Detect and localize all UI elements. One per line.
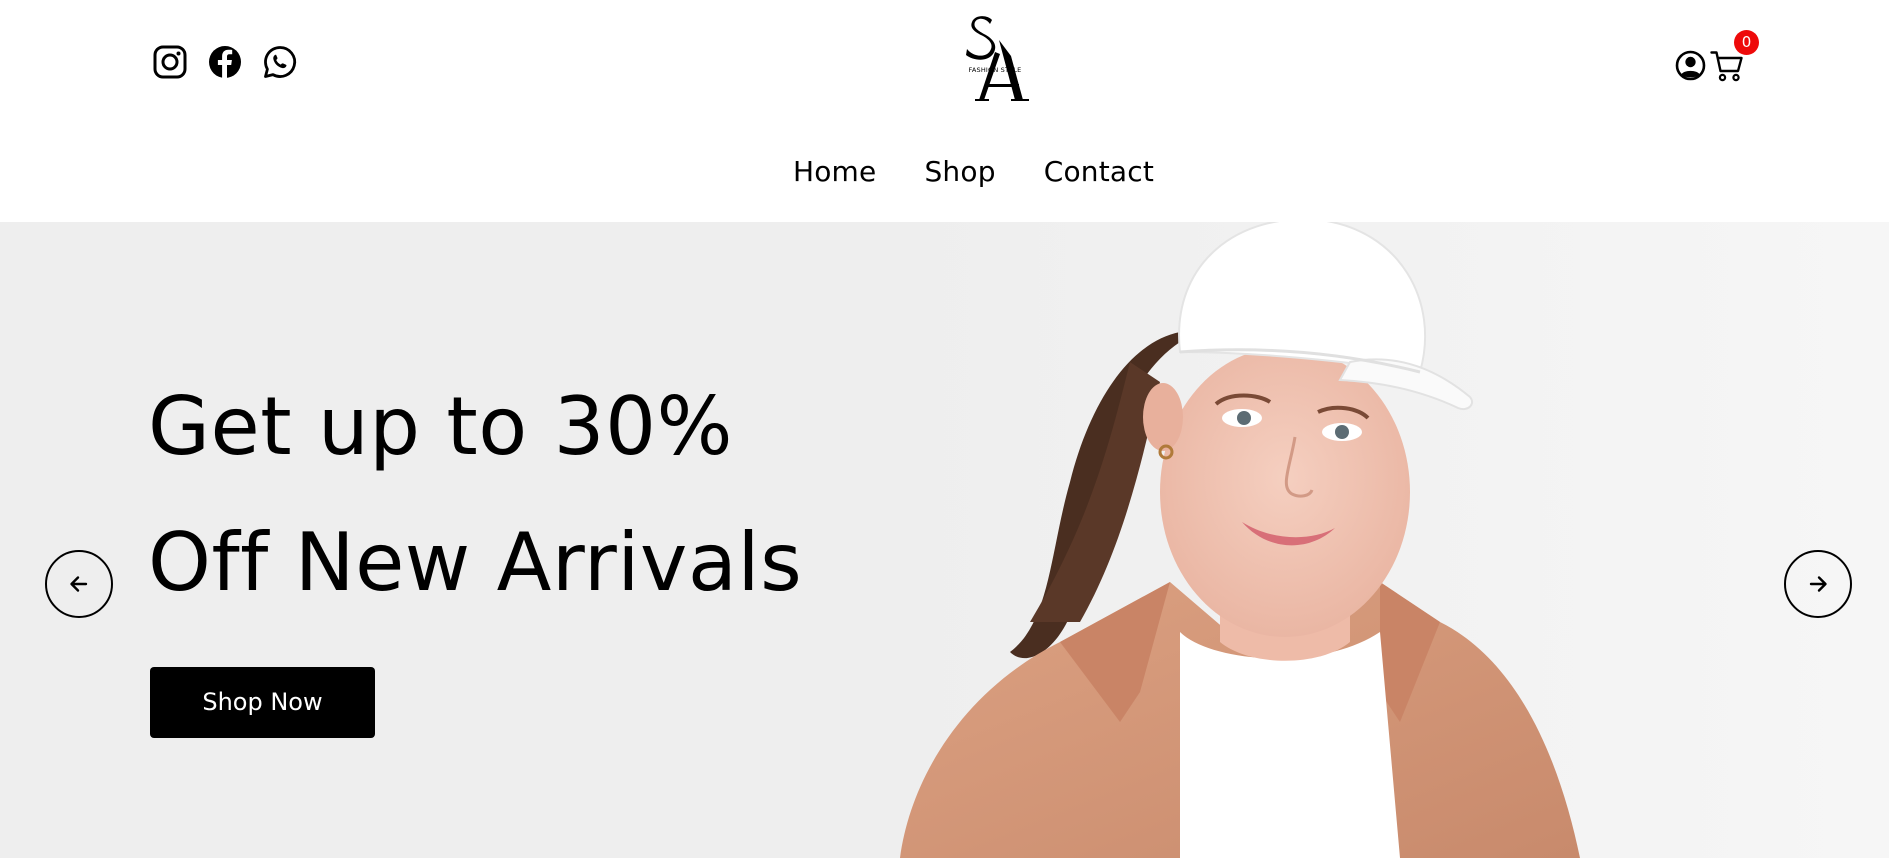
instagram-icon bbox=[153, 45, 187, 79]
hero-headline-line2: Off New Arrivals bbox=[148, 516, 803, 609]
hero-model-image bbox=[880, 222, 1889, 858]
facebook-link[interactable] bbox=[207, 44, 243, 80]
facebook-icon bbox=[209, 46, 241, 79]
whatsapp-link[interactable] bbox=[262, 44, 298, 80]
hero-headline-line1: Get up to 30% bbox=[148, 380, 733, 473]
nav-contact[interactable]: Contact bbox=[1044, 155, 1154, 188]
nav-shop[interactable]: Shop bbox=[924, 155, 995, 188]
social-links bbox=[152, 44, 298, 80]
slider-prev-button[interactable] bbox=[45, 550, 113, 618]
shop-now-button[interactable]: Shop Now bbox=[150, 667, 375, 738]
logo-tagline: FASHION STYLE bbox=[968, 66, 1022, 74]
site-header: FASHION STYLE 0 Home Shop Contact bbox=[0, 0, 1889, 222]
cart-button[interactable] bbox=[1710, 50, 1744, 82]
hero-slider: Get up to 30% Off New Arrivals Shop Now bbox=[0, 222, 1889, 858]
main-nav: Home Shop Contact bbox=[0, 155, 1889, 188]
account-button[interactable] bbox=[1675, 50, 1706, 81]
arrow-right-icon bbox=[1809, 576, 1827, 592]
whatsapp-icon bbox=[264, 46, 297, 78]
slider-next-button[interactable] bbox=[1784, 550, 1852, 618]
shopping-cart-icon bbox=[1710, 51, 1743, 82]
nav-home[interactable]: Home bbox=[793, 155, 877, 188]
cart-count-badge: 0 bbox=[1734, 30, 1759, 55]
user-circle-icon bbox=[1675, 50, 1706, 81]
logo-monogram bbox=[966, 16, 1029, 101]
arrow-left-icon bbox=[70, 576, 88, 592]
instagram-link[interactable] bbox=[152, 44, 188, 80]
brand-logo[interactable]: FASHION STYLE bbox=[955, 14, 1035, 102]
